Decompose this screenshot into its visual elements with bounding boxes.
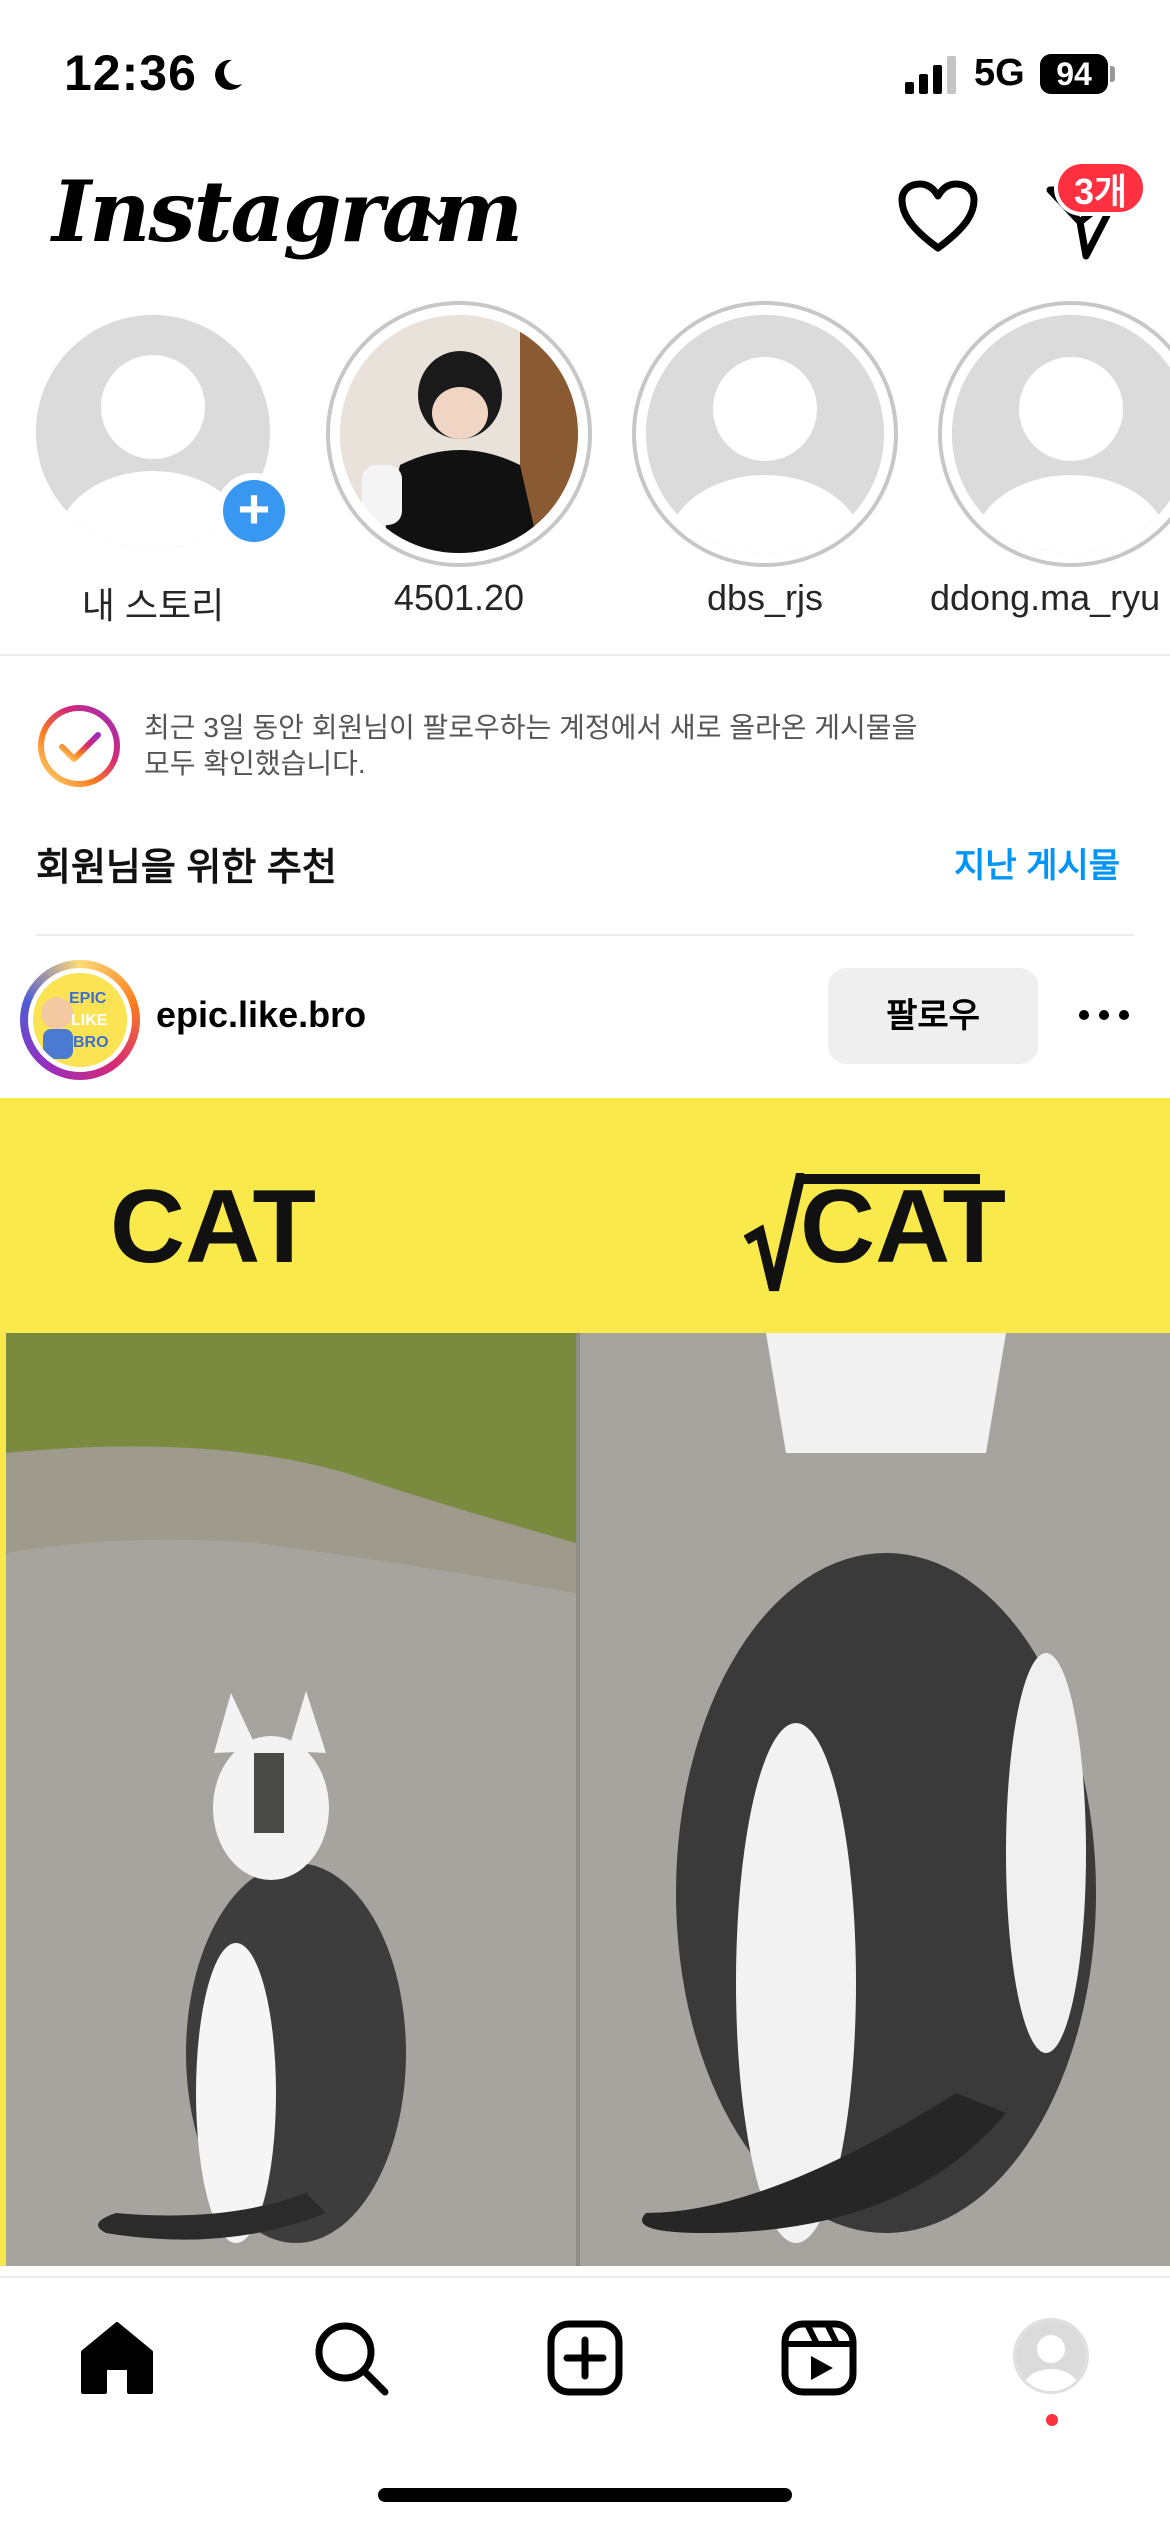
meme-text-left: CAT bbox=[110, 1169, 317, 1285]
signal-icon bbox=[905, 56, 956, 94]
create-post-icon[interactable] bbox=[545, 2318, 625, 2398]
add-story-button[interactable]: + bbox=[216, 473, 292, 549]
svg-text:LIKE: LIKE bbox=[71, 1012, 108, 1029]
post-image[interactable]: CAT CAT bbox=[0, 1098, 1170, 2266]
square-root-icon bbox=[744, 1173, 804, 1292]
moon-icon bbox=[215, 59, 242, 90]
meme-photo bbox=[6, 1333, 1170, 2266]
avatar-text: EPIC bbox=[69, 990, 107, 1007]
chevron-down-icon[interactable] bbox=[424, 208, 454, 228]
follow-button[interactable]: 팔로우 bbox=[828, 968, 1038, 1064]
stories-tray: + 내 스토리 4501.20 dbs_rjs ddong.ma_ryu bbox=[0, 295, 1170, 635]
cats-photo bbox=[6, 1333, 1170, 2266]
story-label: 4501.20 bbox=[393, 577, 525, 618]
post-username[interactable]: epic.like.bro bbox=[156, 994, 366, 1036]
story-label: dbs_rjs bbox=[706, 577, 824, 618]
story-label: 내 스토리 bbox=[81, 585, 225, 626]
post-avatar[interactable]: EPIC LIKE BRO bbox=[28, 968, 132, 1072]
profile-tab-avatar[interactable] bbox=[1013, 2318, 1089, 2394]
search-icon[interactable] bbox=[311, 2318, 391, 2398]
status-time: 12:36 bbox=[64, 45, 197, 101]
divider bbox=[36, 934, 1134, 936]
network-type: 5G bbox=[974, 52, 1025, 94]
battery-cap bbox=[1110, 66, 1115, 82]
divider bbox=[0, 654, 1170, 656]
dm-count-badge[interactable]: 3개 bbox=[1054, 160, 1148, 216]
meme-caption-band: CAT CAT bbox=[0, 1098, 1170, 1333]
home-indicator bbox=[378, 2488, 792, 2502]
home-icon[interactable] bbox=[77, 2318, 157, 2398]
profile-photo bbox=[340, 315, 578, 553]
checkmark-circle-icon bbox=[38, 705, 120, 787]
post-avatar-image: EPIC LIKE BRO bbox=[33, 973, 127, 1067]
caught-up-message: 최근 3일 동안 회원님이 팔로우하는 계정에서 새로 올라온 게시물을 모두 … bbox=[144, 712, 918, 779]
notification-dot bbox=[1046, 2414, 1058, 2426]
heart-icon[interactable] bbox=[898, 180, 978, 254]
avatar bbox=[646, 315, 884, 553]
more-options-icon[interactable] bbox=[1076, 1000, 1132, 1030]
reels-icon[interactable] bbox=[779, 2318, 859, 2398]
default-avatar-icon bbox=[1016, 2321, 1086, 2391]
recommended-heading: 회원님을 위한 추천 bbox=[36, 847, 337, 889]
status-bar: 12:36 5G 94 bbox=[0, 0, 1170, 150]
meme-text-right: CAT bbox=[800, 1169, 1007, 1285]
past-posts-link[interactable]: 지난 게시물 bbox=[954, 838, 1120, 887]
svg-text:BRO: BRO bbox=[73, 1034, 109, 1051]
default-avatar-icon bbox=[646, 315, 884, 553]
story-label: ddong.ma_ryu bbox=[930, 577, 1161, 618]
battery-icon: 94 bbox=[1040, 54, 1108, 94]
avatar bbox=[340, 315, 578, 553]
